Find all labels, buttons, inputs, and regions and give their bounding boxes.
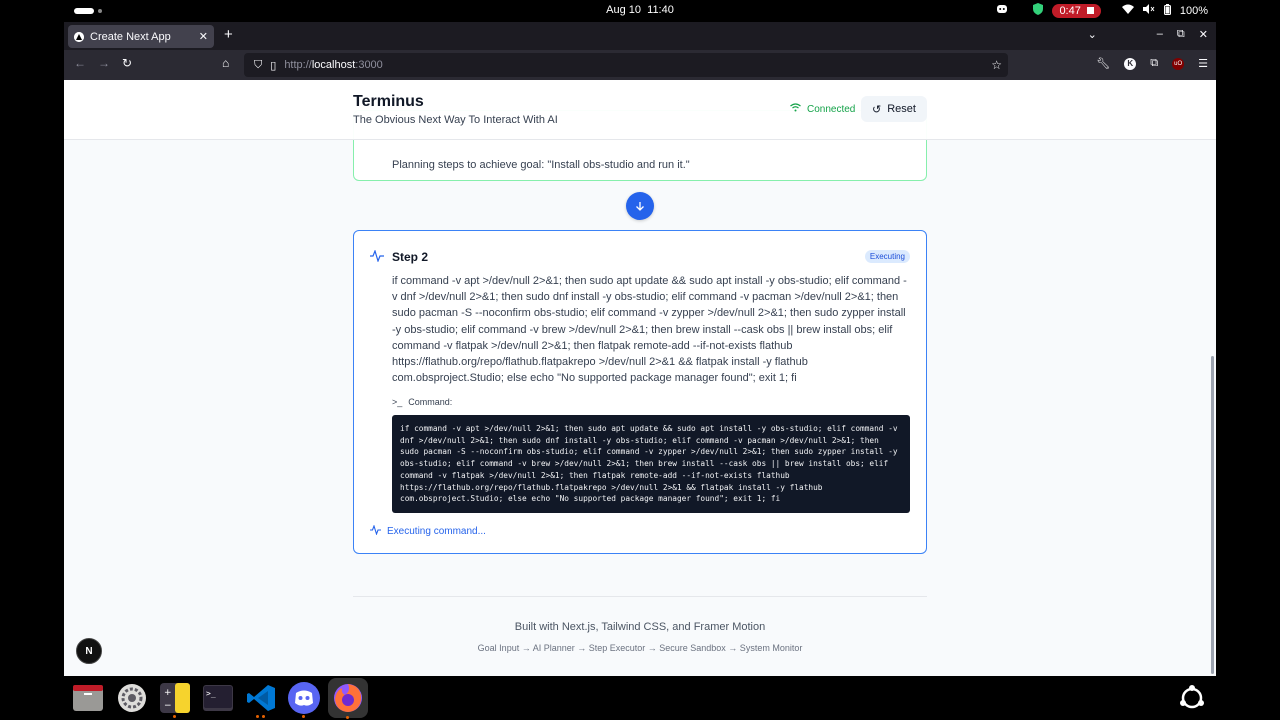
connection-status: Connected xyxy=(790,103,855,115)
firefox-icon[interactable] xyxy=(328,678,368,719)
step-1-description: Planning steps to achieve goal: "Install… xyxy=(392,159,690,171)
page-viewport[interactable]: Terminus The Obvious Next Way To Interac… xyxy=(64,80,1216,676)
executing-status: Executing command... xyxy=(370,524,486,538)
battery-percentage: 100% xyxy=(1179,4,1208,17)
extension-toolbar: 🔧︎ K ⧉ uO ☰ xyxy=(1096,57,1208,70)
dock: + − >_ xyxy=(0,676,1280,720)
svg-text:−: − xyxy=(164,701,172,711)
reset-icon: ↺ xyxy=(872,103,882,116)
app-header: Terminus The Obvious Next Way To Interac… xyxy=(64,80,1216,140)
volume-muted-icon xyxy=(1142,4,1155,17)
step-2-description: if command -v apt >/dev/null 2>&1; then … xyxy=(392,275,907,385)
reload-icon[interactable]: ↻ xyxy=(122,56,132,70)
system-tray[interactable]: 0:47 100% xyxy=(996,3,1208,18)
footer-divider xyxy=(353,596,927,597)
executing-pulse-icon xyxy=(370,524,381,538)
close-window-icon[interactable]: ✕ xyxy=(1199,28,1208,41)
url-bar[interactable]: ⛉ ▯ http://localhost:3000 ☆ xyxy=(244,53,1008,77)
extensions-icon[interactable]: ⧉ xyxy=(1150,57,1158,70)
vscode-icon[interactable] xyxy=(245,682,277,718)
account-k-icon[interactable]: K xyxy=(1124,57,1137,70)
step-2-card: Step 2 Executing if command -v apt >/dev… xyxy=(353,230,927,554)
reset-button-label: Reset xyxy=(887,103,916,115)
connection-status-label: Connected xyxy=(807,103,856,115)
stop-icon xyxy=(1086,7,1094,14)
page-scrollbar[interactable] xyxy=(1211,356,1214,674)
page-title: Terminus xyxy=(353,93,424,110)
new-tab-button[interactable]: + xyxy=(224,26,233,43)
running-indicator xyxy=(256,715,259,718)
footer-built-with: Built with Next.js, Tailwind CSS, and Fr… xyxy=(514,621,766,633)
tab-favicon-icon xyxy=(74,31,84,42)
terminal-icon[interactable]: >_ xyxy=(202,682,234,714)
discord-icon[interactable] xyxy=(288,682,320,718)
menu-hamburger-icon[interactable]: ☰ xyxy=(1198,57,1208,70)
clock-date: Aug 10 xyxy=(606,4,642,16)
running-indicator xyxy=(302,715,305,718)
browser-window: Create Next App ✕ + ⌄ – ⧉ ✕ ← → ↻ ⌂ ⛉ ▯ … xyxy=(64,22,1216,676)
reset-button[interactable]: ↺ Reset xyxy=(861,96,927,122)
restore-icon[interactable]: ⧉ xyxy=(1177,28,1185,41)
ublock-icon[interactable]: uO xyxy=(1172,57,1185,70)
show-apps-ubuntu-icon[interactable] xyxy=(1176,682,1208,714)
url-text: http://localhost:3000 xyxy=(284,59,383,71)
shield-tray-icon[interactable] xyxy=(1033,3,1044,18)
terminal-prompt-icon: >_ xyxy=(392,397,403,407)
running-indicator xyxy=(346,716,349,719)
running-indicator xyxy=(262,715,265,718)
settings-icon[interactable] xyxy=(116,682,148,714)
command-code-block[interactable]: if command -v apt >/dev/null 2>&1; then … xyxy=(392,415,910,513)
clock-time: 11:40 xyxy=(647,4,674,16)
recording-time: 0:47 xyxy=(1059,4,1081,17)
tab-create-next-app[interactable]: Create Next App ✕ xyxy=(68,25,214,48)
forward-arrow-icon[interactable]: → xyxy=(98,56,110,70)
bookmark-star-icon[interactable]: ☆ xyxy=(991,58,1002,72)
arrow-down-icon xyxy=(626,192,654,220)
minimize-icon[interactable]: – xyxy=(1157,28,1163,41)
page-info-icon[interactable]: ▯ xyxy=(270,59,276,72)
status-badge: Executing xyxy=(864,250,910,263)
activity-pulse-icon xyxy=(370,249,384,265)
discord-tray-icon[interactable] xyxy=(996,4,1008,17)
nextjs-dev-indicator-button[interactable]: N xyxy=(76,638,102,664)
calculator-icon[interactable]: + − xyxy=(159,682,191,718)
tab-close-icon[interactable]: ✕ xyxy=(199,30,208,43)
screen-recording-indicator[interactable]: 0:47 xyxy=(1052,3,1101,18)
window-controls: ⌄ – ⧉ ✕ xyxy=(1088,28,1208,41)
command-label-row: >_ Command: xyxy=(392,397,452,407)
running-indicator xyxy=(173,715,176,718)
svg-text:+: + xyxy=(164,688,172,698)
home-icon[interactable]: ⌂ xyxy=(222,56,229,70)
step-2-title: Step 2 xyxy=(392,250,429,264)
executing-text: Executing command... xyxy=(387,526,486,537)
svg-text:>_: >_ xyxy=(206,689,216,698)
wifi-status-icon xyxy=(790,103,801,115)
command-label: Command: xyxy=(408,397,453,407)
wifi-icon xyxy=(1121,4,1134,17)
files-icon[interactable] xyxy=(72,682,104,714)
footer-pipeline: Goal Input → AI Planner → Step Executor … xyxy=(477,643,803,653)
tab-title: Create Next App xyxy=(90,30,171,43)
system-top-bar: Aug 10 11:40 0:47 100% xyxy=(0,0,1280,22)
wrench-icon[interactable]: 🔧︎ xyxy=(1096,57,1110,70)
page-subtitle: The Obvious Next Way To Interact With AI xyxy=(353,114,558,126)
navigation-toolbar: ← → ↻ ⌂ ⛉ ▯ http://localhost:3000 ☆ 🔧︎ K… xyxy=(64,50,1216,80)
tab-strip: Create Next App ✕ + ⌄ – ⧉ ✕ xyxy=(64,22,1216,50)
back-arrow-icon[interactable]: ← xyxy=(74,56,86,70)
shield-icon[interactable]: ⛉ xyxy=(254,59,262,72)
battery-icon xyxy=(1163,3,1171,18)
tab-list-chevron-icon[interactable]: ⌄ xyxy=(1088,28,1097,41)
